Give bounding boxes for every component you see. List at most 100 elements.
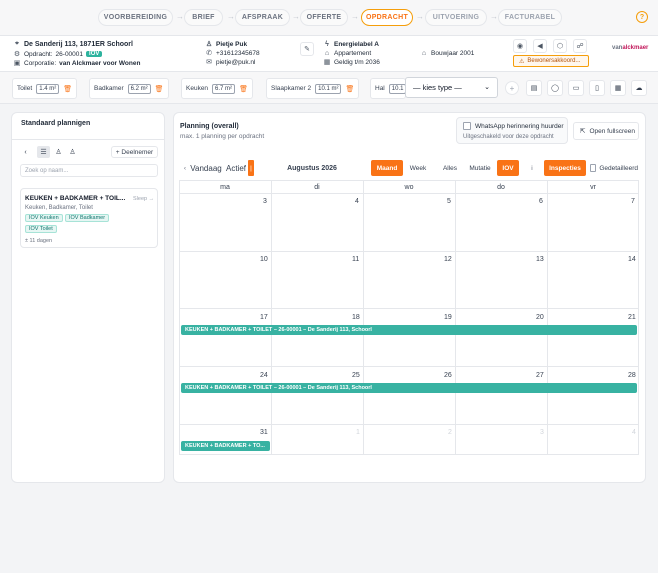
step-opdracht[interactable]: OPDRACHT <box>361 9 413 26</box>
calendar-button[interactable]: ▦ <box>610 80 626 96</box>
add-deelnemer-button[interactable]: + Deelnemer <box>111 146 158 158</box>
pencil-icon: ✎ <box>304 46 310 53</box>
day-cell-number[interactable]: 3 <box>540 429 544 436</box>
day-cell-number[interactable]: 11 <box>352 256 359 263</box>
energielabel-text: Energielabel A <box>334 40 379 48</box>
logo-primary-text: van <box>612 45 623 51</box>
whatsapp-checkbox[interactable] <box>463 122 471 130</box>
planning-subtitle: max. 1 planning per opdracht <box>180 133 265 140</box>
trash-icon[interactable]: 🗑 <box>155 85 164 93</box>
tenant-email[interactable]: pietje@puk.nl <box>216 59 255 66</box>
day-cell-number[interactable]: 5 <box>447 198 451 205</box>
chat-button[interactable]: ◯ <box>547 80 563 96</box>
cloud-button[interactable]: ☁ <box>631 80 647 96</box>
tenant-phone[interactable]: +31612345678 <box>216 50 260 57</box>
filter-mutatie-button[interactable]: Mutatie <box>465 160 495 176</box>
day-cell-number[interactable]: 21 <box>628 314 636 321</box>
info-icon[interactable]: i <box>527 160 537 176</box>
step-uitvoering[interactable]: UITVOERING <box>425 9 487 26</box>
step-voorbereiding[interactable]: VOORBEREIDING <box>98 9 173 26</box>
today-button[interactable]: Vandaag <box>190 160 222 176</box>
help-icon[interactable]: ? <box>636 11 648 23</box>
day-cell-number[interactable]: 27 <box>536 372 544 379</box>
day-cell-number[interactable]: 3 <box>263 198 267 205</box>
trash-icon[interactable]: 🗑 <box>239 85 248 93</box>
planning-event-bar[interactable]: KEUKEN + BADKAMER + TOILET – 26-00001 – … <box>181 325 637 335</box>
remove-user-button[interactable]: ♙ <box>67 146 78 158</box>
step-brief[interactable]: BRIEF <box>184 9 223 26</box>
active-toggle[interactable]: Actief <box>225 160 247 176</box>
day-cell-number[interactable]: 10 <box>260 256 268 263</box>
step-offerte[interactable]: OFFERTE <box>300 9 348 26</box>
add-room-button[interactable]: + <box>505 81 519 95</box>
planning-event-bar[interactable]: KEUKEN + BADKAMER + TO... <box>181 441 270 451</box>
room-area-input[interactable]: 1.4 m² <box>36 83 60 94</box>
day-cell-number[interactable]: 18 <box>352 314 360 321</box>
document-icon: ▯ <box>595 85 599 92</box>
trash-icon[interactable]: 🗑 <box>345 85 354 93</box>
day-cell-number[interactable]: 6 <box>539 198 543 205</box>
package-button[interactable]: ⬡ <box>553 39 567 53</box>
document-button[interactable]: ▯ <box>589 80 605 96</box>
day-cell-number[interactable]: 31 <box>260 429 268 436</box>
day-cell-number[interactable]: 2 <box>448 429 452 436</box>
day-cell-number[interactable]: 13 <box>536 256 544 263</box>
edit-tenant-button[interactable]: ✎ <box>300 42 314 56</box>
room-area-input[interactable]: 6.7 m² <box>212 83 236 94</box>
view-week-button[interactable]: Week <box>405 160 431 176</box>
calendar-grid <box>179 180 639 455</box>
add-user-button[interactable]: ♙ <box>53 146 64 158</box>
day-cell-number[interactable]: 4 <box>632 429 636 436</box>
fullscreen-label: Open fullscreen <box>589 127 635 135</box>
search-input[interactable]: Zoek op naam... <box>20 164 158 177</box>
room-name: Toilet <box>17 85 33 92</box>
handshake-button[interactable]: ☍ <box>573 39 587 53</box>
day-cell-number[interactable]: 19 <box>444 314 452 321</box>
bewonersakkoord-button[interactable]: ⚠ Bewonersakkoord... <box>513 55 589 67</box>
filter-iov-button[interactable]: IOV <box>497 160 519 176</box>
room-area-input[interactable]: 10.1 m² <box>315 83 342 94</box>
day-cell-number[interactable]: 7 <box>631 198 635 205</box>
message-button[interactable]: ▭ <box>568 80 584 96</box>
day-cell-number[interactable]: 12 <box>444 256 452 263</box>
trash-icon[interactable]: 🗑 <box>63 85 72 93</box>
planning-event-bar[interactable]: KEUKEN + BADKAMER + TOILET – 26-00001 – … <box>181 383 637 393</box>
gedetailleerd-checkbox[interactable] <box>590 164 597 172</box>
day-cell-number[interactable]: 24 <box>260 372 268 379</box>
weekday-header: ma <box>220 183 230 191</box>
home-icon: ⌂ <box>421 49 427 57</box>
step-afspraak[interactable]: AFSPRAAK <box>235 9 290 26</box>
day-cell-number[interactable]: 4 <box>355 198 359 205</box>
bouwjaar-line: ⌂ Bouwjaar 2001 <box>420 49 475 57</box>
planning-template-card[interactable]: KEUKEN + BADKAMER + TOIL... Sleep → Keuk… <box>20 188 158 248</box>
day-cell-number[interactable]: 20 <box>536 314 544 321</box>
clipboard-button[interactable]: ▤ <box>526 80 542 96</box>
drag-hint[interactable]: Sleep → <box>133 196 154 202</box>
day-cell-number[interactable]: 17 <box>260 314 268 321</box>
room-name: Badkamer <box>94 85 124 92</box>
gedetailleerd-toggle[interactable]: Gedetailleerd <box>590 160 638 176</box>
prev-month-button[interactable]: ‹ <box>181 160 189 176</box>
room-area-input[interactable]: 10.1 <box>388 83 405 94</box>
tenant-name: Pietje Puk <box>216 40 248 48</box>
list-view-button[interactable]: ☰ <box>37 146 50 158</box>
inspecties-button[interactable]: Inspecties <box>544 160 586 176</box>
day-cell-number[interactable]: 14 <box>628 256 636 263</box>
day-cell-number[interactable]: 28 <box>628 372 636 379</box>
day-cell-number[interactable]: 26 <box>444 372 452 379</box>
open-fullscreen-button[interactable]: ⇱ Open fullscreen <box>573 122 639 140</box>
day-cell-number[interactable]: 25 <box>352 372 360 379</box>
active-indicator[interactable]: | <box>248 160 254 176</box>
room-area-input[interactable]: 6.2 m² <box>127 83 151 94</box>
warning-icon: ⚠ <box>519 58 525 65</box>
collapse-button[interactable]: ‹ <box>20 146 31 158</box>
cloud-icon: ☁ <box>635 85 643 92</box>
view-month-button[interactable]: Maand <box>371 160 403 176</box>
step-facturabel[interactable]: FACTURABEL <box>498 9 562 26</box>
weekday-header: wo <box>404 183 414 191</box>
announce-button[interactable]: ◀ <box>533 39 547 53</box>
filter-alles-button[interactable]: Alles <box>439 160 461 176</box>
day-cell-number[interactable]: 1 <box>356 429 360 436</box>
camera-button[interactable]: ◉ <box>513 39 527 53</box>
room-type-select[interactable]: — kies type — ⌄ <box>405 77 498 98</box>
